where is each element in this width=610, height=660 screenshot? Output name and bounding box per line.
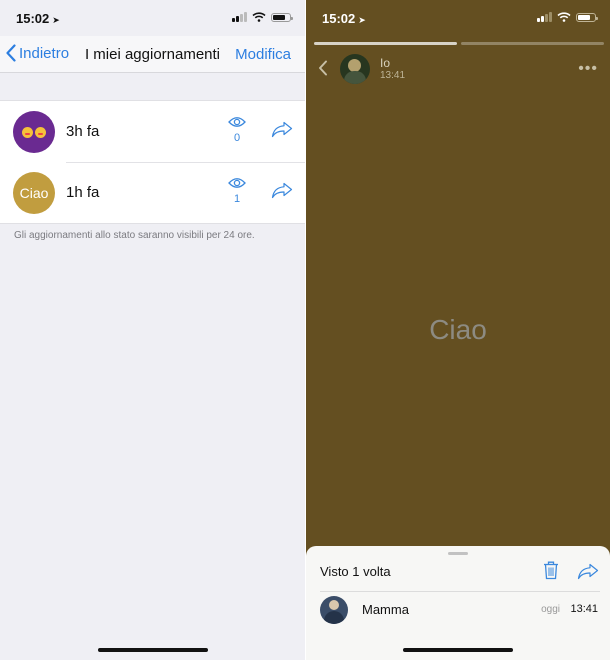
trash-icon [544, 561, 558, 580]
status-time-ago: 1h fa [66, 184, 100, 201]
status-thumbnail [13, 111, 55, 153]
forward-arrow-icon [577, 563, 599, 580]
status-time-ago: 3h fa [66, 123, 100, 140]
status-update-row[interactable]: Ciao 1h fa 1 [0, 162, 305, 223]
status-time: 15:02 ➤ [16, 11, 60, 26]
battery-icon [576, 12, 598, 22]
back-label: Indietro [19, 44, 70, 62]
thumbnail-text: Ciao [19, 185, 49, 201]
view-count-button[interactable]: 1 [226, 177, 248, 205]
view-count: 1 [233, 193, 241, 205]
delete-button[interactable] [542, 560, 560, 585]
progress-segment [461, 42, 604, 45]
view-count-button[interactable]: 0 [226, 116, 248, 144]
status-story-viewer: 15:02➤ Io 13:41 ••• Ciao Visto 1 volta [306, 0, 610, 660]
forward-button[interactable] [577, 563, 599, 585]
viewer-time: 13:41 [570, 603, 598, 615]
wifi-icon [252, 12, 266, 22]
my-status-updates-screen: 15:02 ➤ Indietro I miei aggiornamenti Mod… [0, 0, 305, 660]
viewer-day: oggi [541, 604, 560, 615]
status-bar: 15:02 ➤ [306, 0, 610, 36]
forward-button[interactable] [271, 182, 293, 204]
home-indicator[interactable] [97, 648, 208, 652]
status-update-row[interactable]: 3h fa 0 [0, 101, 305, 162]
status-thumbnail: Ciao [13, 172, 55, 214]
visibility-note: Gli aggiornamenti allo stato saranno vis… [14, 230, 255, 241]
edit-button[interactable]: Modifica [235, 46, 291, 63]
seen-count-label: Visto 1 volta [320, 564, 391, 579]
forward-button[interactable] [271, 121, 293, 143]
wifi-icon [557, 12, 571, 22]
double-emoji-icon [35, 126, 46, 138]
viewer-avatar [320, 596, 348, 624]
author-avatar [340, 54, 370, 84]
signal-icon [537, 12, 552, 22]
sheet-grabber[interactable] [448, 552, 468, 555]
eye-icon [228, 178, 246, 188]
location-arrow-icon: ➤ [358, 15, 366, 25]
story-time: 13:41 [380, 70, 406, 81]
progress-segment-viewed [314, 42, 457, 45]
back-button[interactable]: Indietro [6, 44, 69, 62]
forward-arrow-icon [271, 182, 293, 199]
more-options-icon[interactable]: ••• [578, 60, 598, 78]
location-arrow-icon: ➤ [52, 15, 60, 25]
story-progress-bar [314, 42, 604, 45]
story-back-button[interactable] [318, 60, 328, 81]
status-updates-list: 3h fa 0 Ciao 1h fa 1 [0, 100, 305, 224]
story-author: Io [380, 56, 391, 70]
battery-icon [271, 12, 293, 22]
status-time: 15:02 ➤ [322, 11, 366, 26]
chevron-left-icon [319, 60, 327, 76]
chevron-left-icon [6, 44, 16, 62]
home-indicator[interactable] [403, 648, 513, 652]
status-bar: 15:02 ➤ [0, 0, 305, 36]
double-emoji-icon [22, 126, 33, 138]
navigation-bar: Indietro I miei aggiornamenti Modifica [0, 36, 305, 73]
viewers-sheet: Visto 1 volta Mamma oggi 13:41 [306, 546, 610, 660]
viewer-name[interactable]: Mamma [362, 602, 409, 617]
view-count: 0 [233, 132, 241, 144]
signal-icon [232, 12, 247, 22]
eye-icon [228, 117, 246, 127]
story-text: Ciao [429, 314, 487, 345]
divider [320, 591, 600, 592]
forward-arrow-icon [271, 121, 293, 138]
